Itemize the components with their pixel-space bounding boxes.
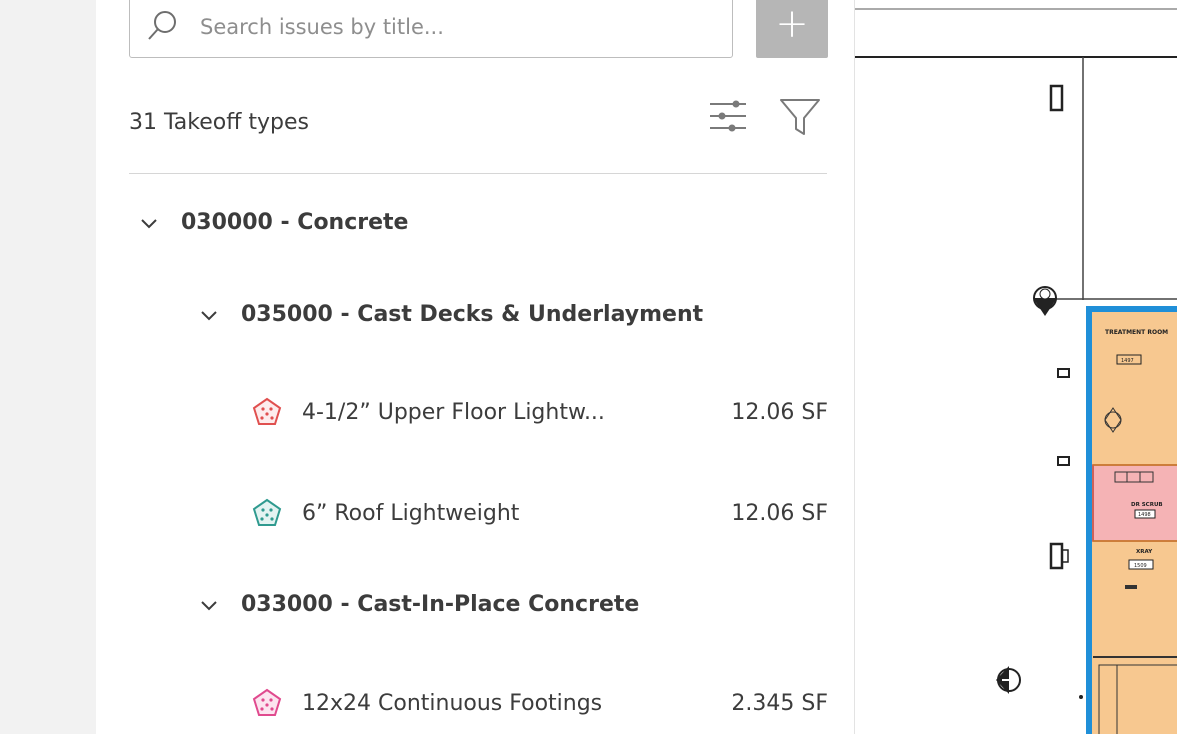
room-name-label: DR SCRUB bbox=[1131, 502, 1163, 508]
takeoff-item-value: 12.06 SF bbox=[731, 501, 828, 526]
takeoff-count: 31 Takeoff types bbox=[129, 110, 309, 135]
area-type-icon bbox=[252, 498, 282, 526]
tree-group-label: 030000 - Concrete bbox=[181, 210, 409, 235]
area-type-icon bbox=[252, 688, 282, 716]
drawing-canvas[interactable]: TREATMENT ROOM 1497 DR SCRUB 1498 XRAY 1… bbox=[855, 0, 1177, 734]
tree-group-label: 035000 - Cast Decks & Underlayment bbox=[241, 302, 704, 327]
room-number-label: 1509 bbox=[1134, 563, 1147, 569]
search-box[interactable] bbox=[129, 0, 733, 58]
tree-subgroup-row[interactable]: 033000 - Cast-In-Place Concrete bbox=[199, 592, 639, 617]
settings-sliders-icon[interactable] bbox=[708, 96, 748, 136]
floor-plan-drawing: TREATMENT ROOM 1497 DR SCRUB 1498 XRAY 1… bbox=[855, 0, 1177, 734]
takeoff-item-label: 4-1/2” Upper Floor Lightw... bbox=[302, 399, 605, 425]
area-type-icon bbox=[252, 397, 282, 425]
search-input[interactable] bbox=[200, 13, 710, 41]
takeoff-item-row[interactable]: 12x24 Continuous Footings bbox=[252, 688, 602, 718]
add-button[interactable]: + bbox=[756, 0, 828, 58]
room-number-label: 1497 bbox=[1121, 358, 1134, 364]
room-name-label: TREATMENT ROOM bbox=[1105, 329, 1168, 336]
divider bbox=[129, 173, 827, 174]
takeoff-item-row[interactable]: 6” Roof Lightweight bbox=[252, 498, 519, 528]
tree-group-row[interactable]: 030000 - Concrete bbox=[139, 210, 408, 235]
room-number-label: 1498 bbox=[1138, 512, 1151, 518]
search-icon bbox=[148, 11, 176, 40]
chevron-down-icon[interactable] bbox=[139, 213, 159, 233]
takeoff-item-value: 2.345 SF bbox=[731, 691, 828, 716]
takeoff-item-row[interactable]: 4-1/2” Upper Floor Lightw... bbox=[252, 397, 605, 427]
left-gutter bbox=[0, 0, 96, 734]
takeoff-item-label: 12x24 Continuous Footings bbox=[302, 690, 603, 716]
chevron-down-icon[interactable] bbox=[199, 305, 219, 325]
tree-group-label: 033000 - Cast-In-Place Concrete bbox=[241, 592, 640, 617]
chevron-down-icon[interactable] bbox=[199, 595, 219, 615]
takeoff-item-label: 6” Roof Lightweight bbox=[302, 500, 520, 526]
filter-icon[interactable] bbox=[779, 96, 821, 138]
takeoff-item-value: 12.06 SF bbox=[731, 400, 828, 425]
tree-subgroup-row[interactable]: 035000 - Cast Decks & Underlayment bbox=[199, 302, 703, 327]
takeoff-panel: + 31 Takeoff types 030000 - Concrete 035… bbox=[96, 0, 855, 734]
room-name-label: XRAY bbox=[1136, 549, 1153, 555]
